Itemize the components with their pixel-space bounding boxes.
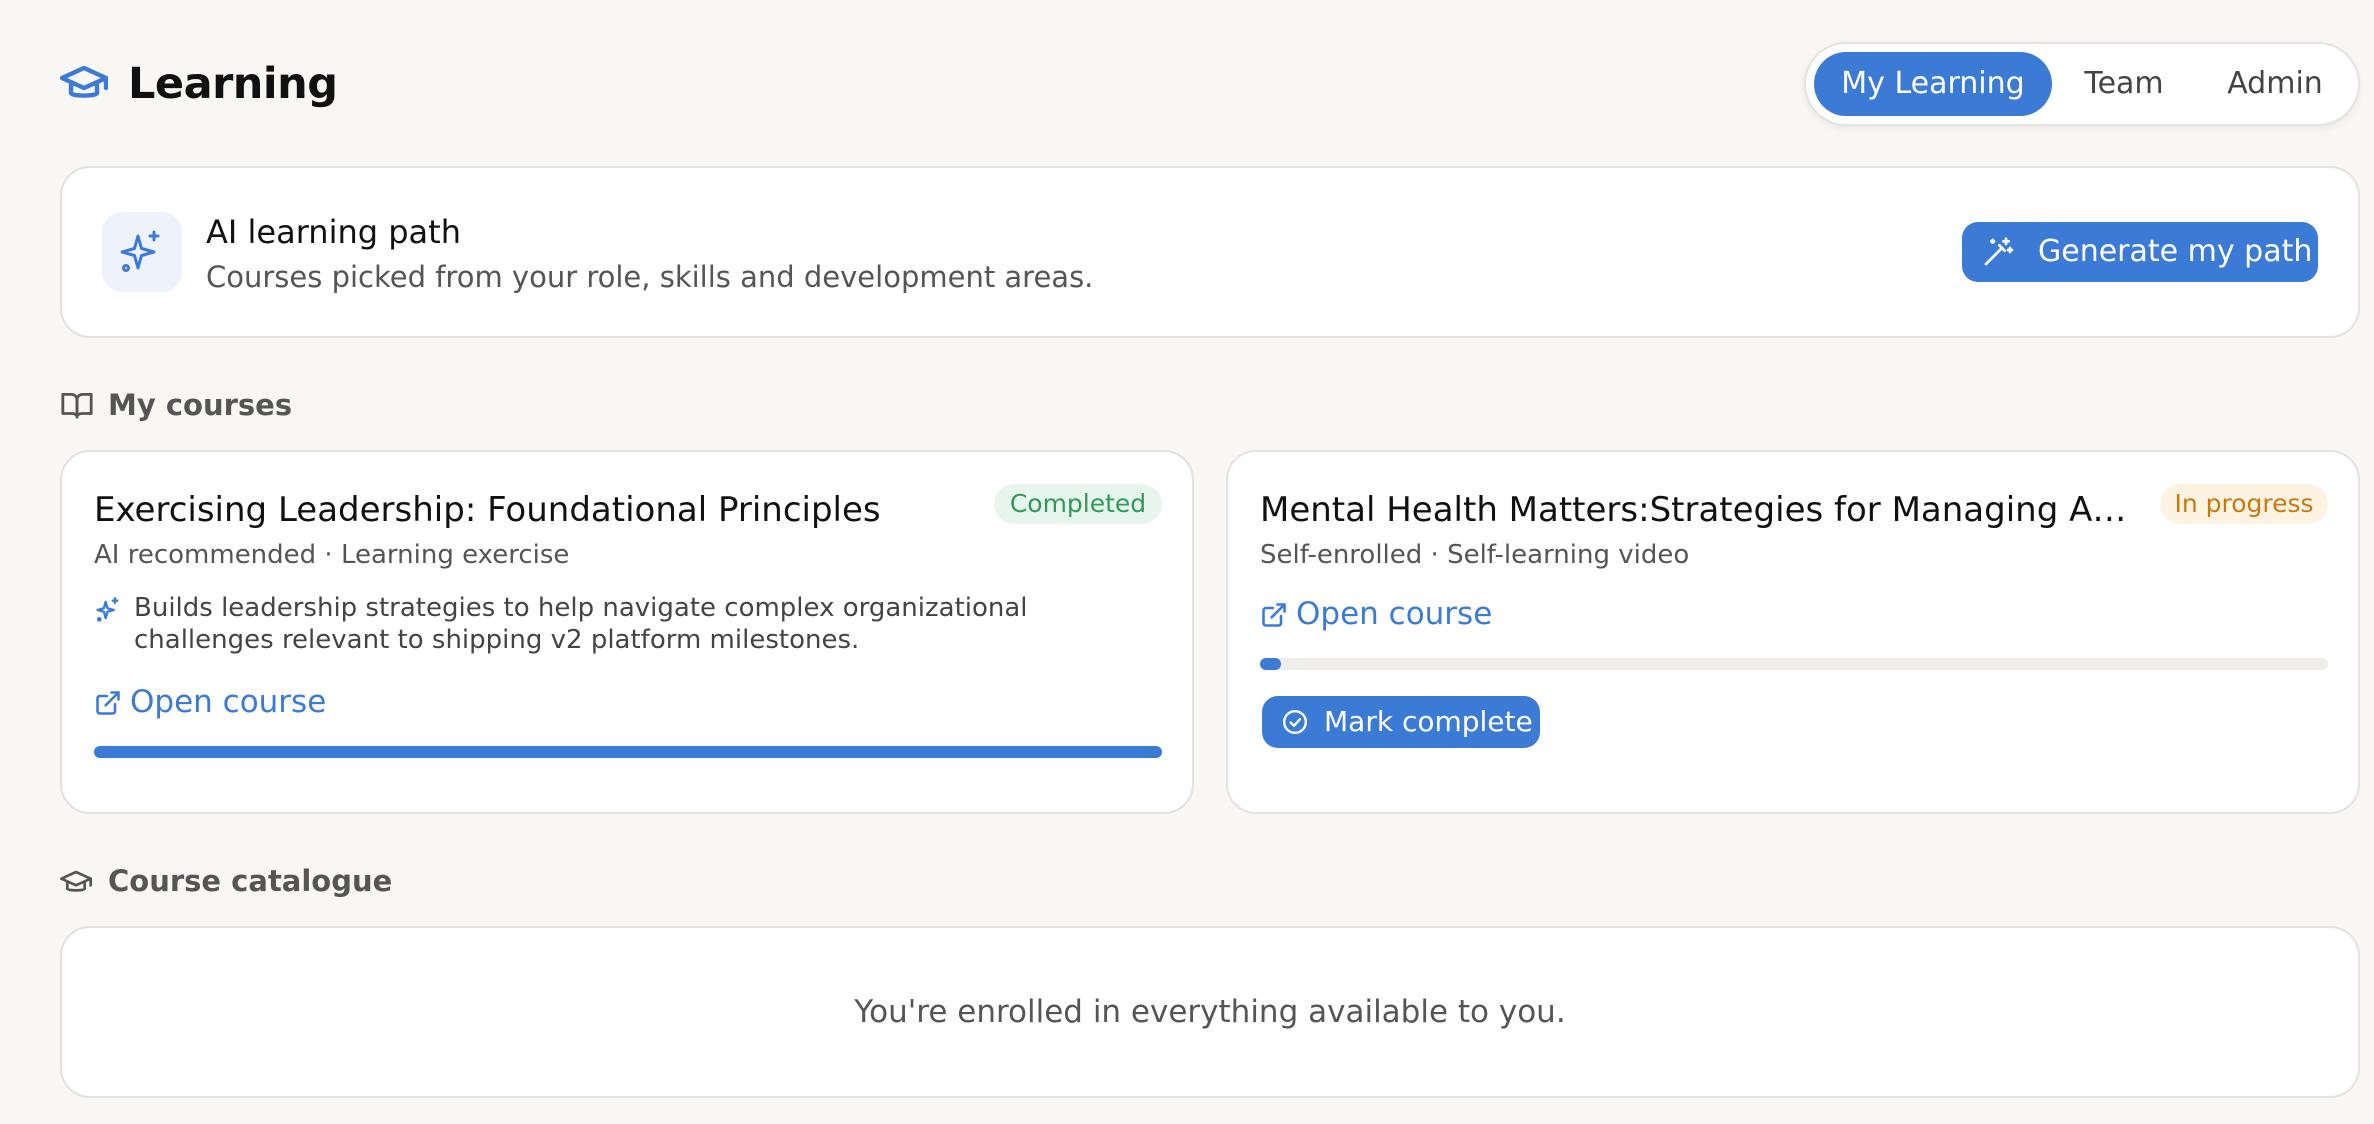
- graduation-cap-icon: [60, 868, 92, 896]
- open-course-label: Open course: [130, 684, 327, 720]
- mark-complete-label: Mark complete: [1324, 705, 1533, 738]
- tab-my-learning[interactable]: My Learning: [1814, 52, 2052, 116]
- magic-wand-icon: [1984, 237, 2014, 266]
- course-card: Mental Health Matters:Strategies for Man…: [1226, 450, 2360, 814]
- open-course-link[interactable]: Open course: [1260, 594, 1500, 634]
- course-catalogue-card: You're enrolled in everything available …: [60, 926, 2360, 1098]
- generate-path-button[interactable]: Generate my path: [1962, 222, 2318, 282]
- empty-catalogue-message: You're enrolled in everything available …: [854, 994, 1566, 1030]
- course-meta: AI recommended · Learning exercise: [94, 540, 570, 570]
- progress-bar: [1260, 658, 2328, 670]
- progress-fill: [94, 746, 1162, 758]
- progress-bar: [94, 746, 1162, 758]
- check-circle-icon: [1282, 709, 1308, 735]
- sparkles-icon: [102, 212, 182, 292]
- ai-path-title: AI learning path: [206, 213, 461, 251]
- external-link-icon: [1262, 603, 1286, 627]
- generate-path-label: Generate my path: [2038, 234, 2313, 269]
- tab-team[interactable]: Team: [2064, 52, 2184, 116]
- external-link-icon: [96, 691, 120, 715]
- course-card: Exercising Leadership: Foundational Prin…: [60, 450, 1194, 814]
- course-title: Mental Health Matters:Strategies for Man…: [1260, 490, 2138, 530]
- open-course-link[interactable]: Open course: [94, 682, 334, 722]
- recommendation-reason: Builds leadership strategies to help nav…: [134, 593, 1028, 655]
- sparkles-icon: [94, 596, 122, 624]
- page-title: Learning: [128, 59, 338, 109]
- ai-path-subtitle: Courses picked from your role, skills an…: [206, 260, 1094, 294]
- open-course-label: Open course: [1296, 596, 1493, 632]
- course-meta: Self-enrolled · Self-learning video: [1260, 540, 1690, 570]
- mark-complete-button[interactable]: Mark complete: [1262, 696, 1540, 748]
- view-switcher: My Learning Team Admin: [1804, 42, 2360, 126]
- tab-admin[interactable]: Admin: [2204, 52, 2346, 116]
- status-badge: Completed: [994, 484, 1162, 524]
- graduation-cap-icon: [59, 62, 109, 106]
- progress-fill: [1260, 658, 1282, 670]
- ai-learning-path-card: AI learning path Courses picked from you…: [60, 166, 2360, 338]
- my-courses-heading: My courses: [108, 388, 293, 422]
- course-title: Exercising Leadership: Foundational Prin…: [94, 490, 881, 530]
- status-badge: In progress: [2160, 484, 2328, 524]
- course-catalogue-heading: Course catalogue: [108, 864, 393, 898]
- open-book-icon: [60, 390, 94, 420]
